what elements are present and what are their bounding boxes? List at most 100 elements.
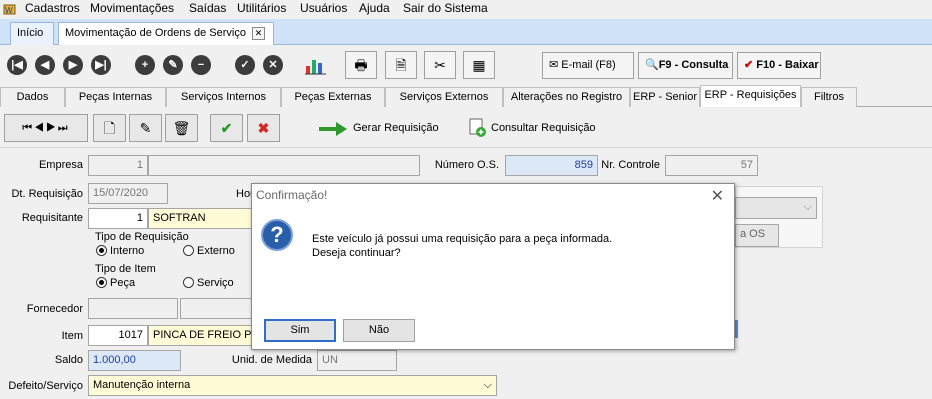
menu-bar: W Cadastros Movimentações Saídas Utilitá… xyxy=(0,0,932,18)
tab-inicio[interactable]: Início xyxy=(10,22,54,45)
fornecedor-code-field[interactable] xyxy=(88,298,178,319)
form-tabs: Dados Peças Internas Serviços Internos P… xyxy=(0,85,932,107)
previous-record-icon[interactable]: ◀ xyxy=(35,55,55,75)
tab-movimentacao-label: Movimentação de Ordens de Serviço xyxy=(65,27,246,39)
cancel-x-icon[interactable]: ✖ xyxy=(247,114,280,142)
item-code-field[interactable]: 1017 xyxy=(88,325,148,346)
selection-edge xyxy=(735,320,738,338)
tab-dados[interactable]: Dados xyxy=(0,87,65,107)
os-button[interactable]: a OS xyxy=(735,224,779,247)
requisition-toolbar: ⏮◀▶⏭ 🗋 ✎ 🗑 ✔ ✖ Gerar Requisição Consulta… xyxy=(0,108,932,148)
main-toolbar: |◀ ◀ ▶ ▶| + ✎ − ✓ ✕ 🖶 🗎 ✂ ▦ ✉ E-mail (F8… xyxy=(0,45,932,85)
consulta-button[interactable]: 🔍F9 - Consulta xyxy=(638,52,733,79)
dialog-message-line1: Este veículo já possui uma requisição pa… xyxy=(312,233,613,245)
tab-inicio-label: Início xyxy=(17,27,44,39)
first-record-icon[interactable]: |◀ xyxy=(7,55,27,75)
tipo-requisicao-group: Tipo de Requisição xyxy=(95,231,189,243)
radio-interno[interactable]: Interno xyxy=(96,245,144,257)
add-icon[interactable]: + xyxy=(135,55,155,75)
requisitante-code-field[interactable]: 1 xyxy=(88,208,148,229)
requisitante-label: Requisitante xyxy=(21,212,83,224)
unid-medida-label: Unid. de Medida xyxy=(231,354,312,366)
tab-erp-requisicoes[interactable]: ERP - Requisições xyxy=(700,85,801,107)
requisitante-name-field[interactable]: SOFTRAN xyxy=(148,208,252,229)
fornecedor-name-field[interactable] xyxy=(180,298,252,319)
save-check-icon[interactable]: ✔ xyxy=(210,114,243,142)
gerar-requisicao-button[interactable]: Gerar Requisição xyxy=(318,121,468,137)
tab-movimentacao-os[interactable]: Movimentação de Ordens de Serviço ✕ xyxy=(58,22,274,45)
barcode-icon[interactable]: ▦ xyxy=(463,51,495,79)
menu-usuarios[interactable]: Usuários xyxy=(300,1,347,15)
nr-controle-label: Nr. Controle xyxy=(601,159,660,171)
radio-peca-label: Peça xyxy=(110,277,136,289)
tab-filtros[interactable]: Filtros xyxy=(801,87,857,107)
remove-icon[interactable]: − xyxy=(191,55,211,75)
tab-alteracoes-registro[interactable]: Alterações no Registro xyxy=(503,87,630,107)
print-preview-icon[interactable]: 🗎 xyxy=(385,51,417,79)
saldo-field[interactable]: 1.000,00 xyxy=(88,350,181,371)
tab-servicos-externos[interactable]: Serviços Externos xyxy=(385,87,503,107)
radio-servico[interactable]: Serviço xyxy=(183,277,234,289)
menu-cadastros[interactable]: Cadastros xyxy=(25,1,80,15)
radio-servico-label: Serviço xyxy=(197,277,234,289)
arrow-right-icon xyxy=(318,121,348,137)
new-document-icon[interactable]: 🗋 xyxy=(93,114,126,142)
tipo-item-label: Tipo de Item xyxy=(95,263,156,275)
close-icon[interactable]: ✕ xyxy=(711,186,724,206)
no-button[interactable]: Não xyxy=(343,319,415,342)
fornecedor-label: Fornecedor xyxy=(26,303,83,315)
chart-icon[interactable] xyxy=(304,54,328,76)
consultar-requisicao-label: Consultar Requisição xyxy=(491,122,596,134)
tab-servicos-internos[interactable]: Serviços Internos xyxy=(166,87,281,107)
delete-document-icon[interactable]: 🗑 xyxy=(165,114,198,142)
empresa-name-field[interactable] xyxy=(148,155,420,176)
yes-button[interactable]: Sim xyxy=(264,319,336,342)
record-navigation[interactable]: ⏮◀▶⏭ xyxy=(4,114,88,142)
right-dropdown[interactable]: ⌵ xyxy=(735,197,817,219)
menu-utilitarios[interactable]: Utilitários xyxy=(237,1,286,15)
chevron-down-icon: ⌵ xyxy=(803,201,812,213)
nr-controle-field[interactable]: 57 xyxy=(665,155,758,176)
chevron-down-icon: ⌵ xyxy=(483,379,492,391)
item-label: Item xyxy=(61,330,83,342)
saldo-label: Saldo xyxy=(54,354,83,366)
radio-unselected-icon xyxy=(183,277,194,288)
defeito-servico-label: Defeito/Serviço xyxy=(8,380,83,392)
edit-document-icon[interactable]: ✎ xyxy=(129,114,162,142)
defeito-servico-value: Manutenção interna xyxy=(93,379,191,391)
radio-interno-label: Interno xyxy=(110,245,145,257)
close-tab-icon[interactable]: ✕ xyxy=(251,27,265,40)
defeito-servico-select[interactable]: Manutenção interna ⌵ xyxy=(88,375,497,396)
tab-pecas-internas[interactable]: Peças Internas xyxy=(65,87,166,107)
cancel-icon[interactable]: ✕ xyxy=(263,55,283,75)
menu-saidas[interactable]: Saídas xyxy=(189,1,226,15)
confirm-icon[interactable]: ✓ xyxy=(235,55,255,75)
radio-peca[interactable]: Peça xyxy=(96,277,135,289)
last-record-icon[interactable]: ▶| xyxy=(91,55,111,75)
baixar-button[interactable]: ✔ F10 - Baixar xyxy=(737,52,821,79)
radio-selected-icon xyxy=(96,245,107,256)
unid-medida-field[interactable]: UN xyxy=(317,350,397,371)
baixar-label: F10 - Baixar xyxy=(756,59,819,71)
numero-os-field[interactable]: 859 xyxy=(505,155,598,176)
question-icon: ? xyxy=(261,219,293,251)
tab-pecas-externas[interactable]: Peças Externas xyxy=(281,87,385,107)
radio-externo[interactable]: Externo xyxy=(183,245,235,257)
menu-ajuda[interactable]: Ajuda xyxy=(359,1,390,15)
print-icon[interactable]: 🖶 xyxy=(345,51,377,79)
confirmation-dialog: Confirmação! ✕ ? Este veículo já possui … xyxy=(251,183,735,350)
dt-requisicao-field[interactable]: 15/07/2020 xyxy=(88,183,168,204)
next-record-icon[interactable]: ▶ xyxy=(63,55,83,75)
edit-icon[interactable]: ✎ xyxy=(163,55,183,75)
dt-requisicao-label: Dt. Requisição xyxy=(11,188,83,200)
menu-sair[interactable]: Sair do Sistema xyxy=(403,1,488,15)
item-name-field[interactable]: PINCA DE FREIO PEC xyxy=(148,325,252,346)
tools-icon[interactable]: ✂ xyxy=(424,51,456,79)
consultar-requisicao-button[interactable]: Consultar Requisição xyxy=(468,118,608,138)
empresa-code-field[interactable]: 1 xyxy=(88,155,148,176)
email-button[interactable]: ✉ E-mail (F8) xyxy=(542,52,634,79)
svg-text:W: W xyxy=(5,6,13,15)
tab-erp-senior[interactable]: ERP - Senior xyxy=(630,87,700,107)
email-icon: ✉ xyxy=(549,59,562,71)
menu-movimentacoes[interactable]: Movimentações xyxy=(90,1,174,15)
